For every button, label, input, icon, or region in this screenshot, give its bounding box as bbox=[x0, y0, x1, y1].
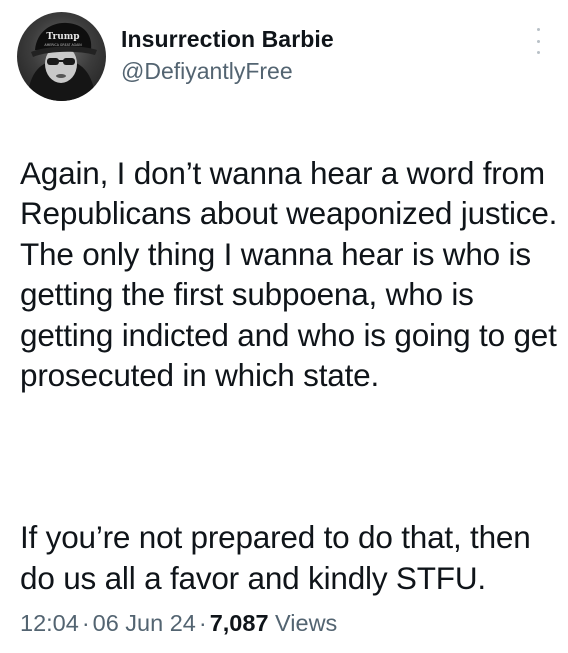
views-count[interactable]: 7,087 bbox=[210, 610, 269, 636]
tweet-time[interactable]: 12:04 bbox=[20, 610, 79, 636]
tweet-paragraph: If you’re not prepared to do that, then … bbox=[20, 519, 531, 596]
tweet-card: Trump AMERICA GREAT AGAIN Insurrection B… bbox=[0, 0, 568, 653]
meta-separator: · bbox=[198, 610, 207, 636]
avatar-photo: Trump AMERICA GREAT AGAIN bbox=[27, 22, 97, 101]
author-handle[interactable]: @DefiyantlyFree bbox=[121, 58, 293, 85]
more-dot bbox=[536, 51, 540, 54]
more-vertical-icon[interactable] bbox=[530, 28, 546, 54]
cap-subtext: AMERICA GREAT AGAIN bbox=[44, 43, 82, 47]
cap-text: Trump bbox=[46, 32, 79, 42]
more-dot bbox=[536, 28, 540, 31]
tweet-meta: 12:04 · 06 Jun 24 · 7,087 Views bbox=[20, 610, 337, 637]
meta-separator: · bbox=[81, 610, 90, 636]
tweet-date[interactable]: 06 Jun 24 bbox=[93, 610, 196, 636]
more-dot bbox=[536, 39, 540, 43]
author-display-name[interactable]: Insurrection Barbie bbox=[121, 26, 334, 53]
avatar[interactable]: Trump AMERICA GREAT AGAIN bbox=[17, 12, 106, 101]
views-label: Views bbox=[275, 610, 338, 636]
tweet-text: Again, I don’t wanna hear a word from Re… bbox=[20, 112, 560, 639]
tweet-paragraph: Again, I don’t wanna hear a word from Re… bbox=[20, 154, 558, 394]
